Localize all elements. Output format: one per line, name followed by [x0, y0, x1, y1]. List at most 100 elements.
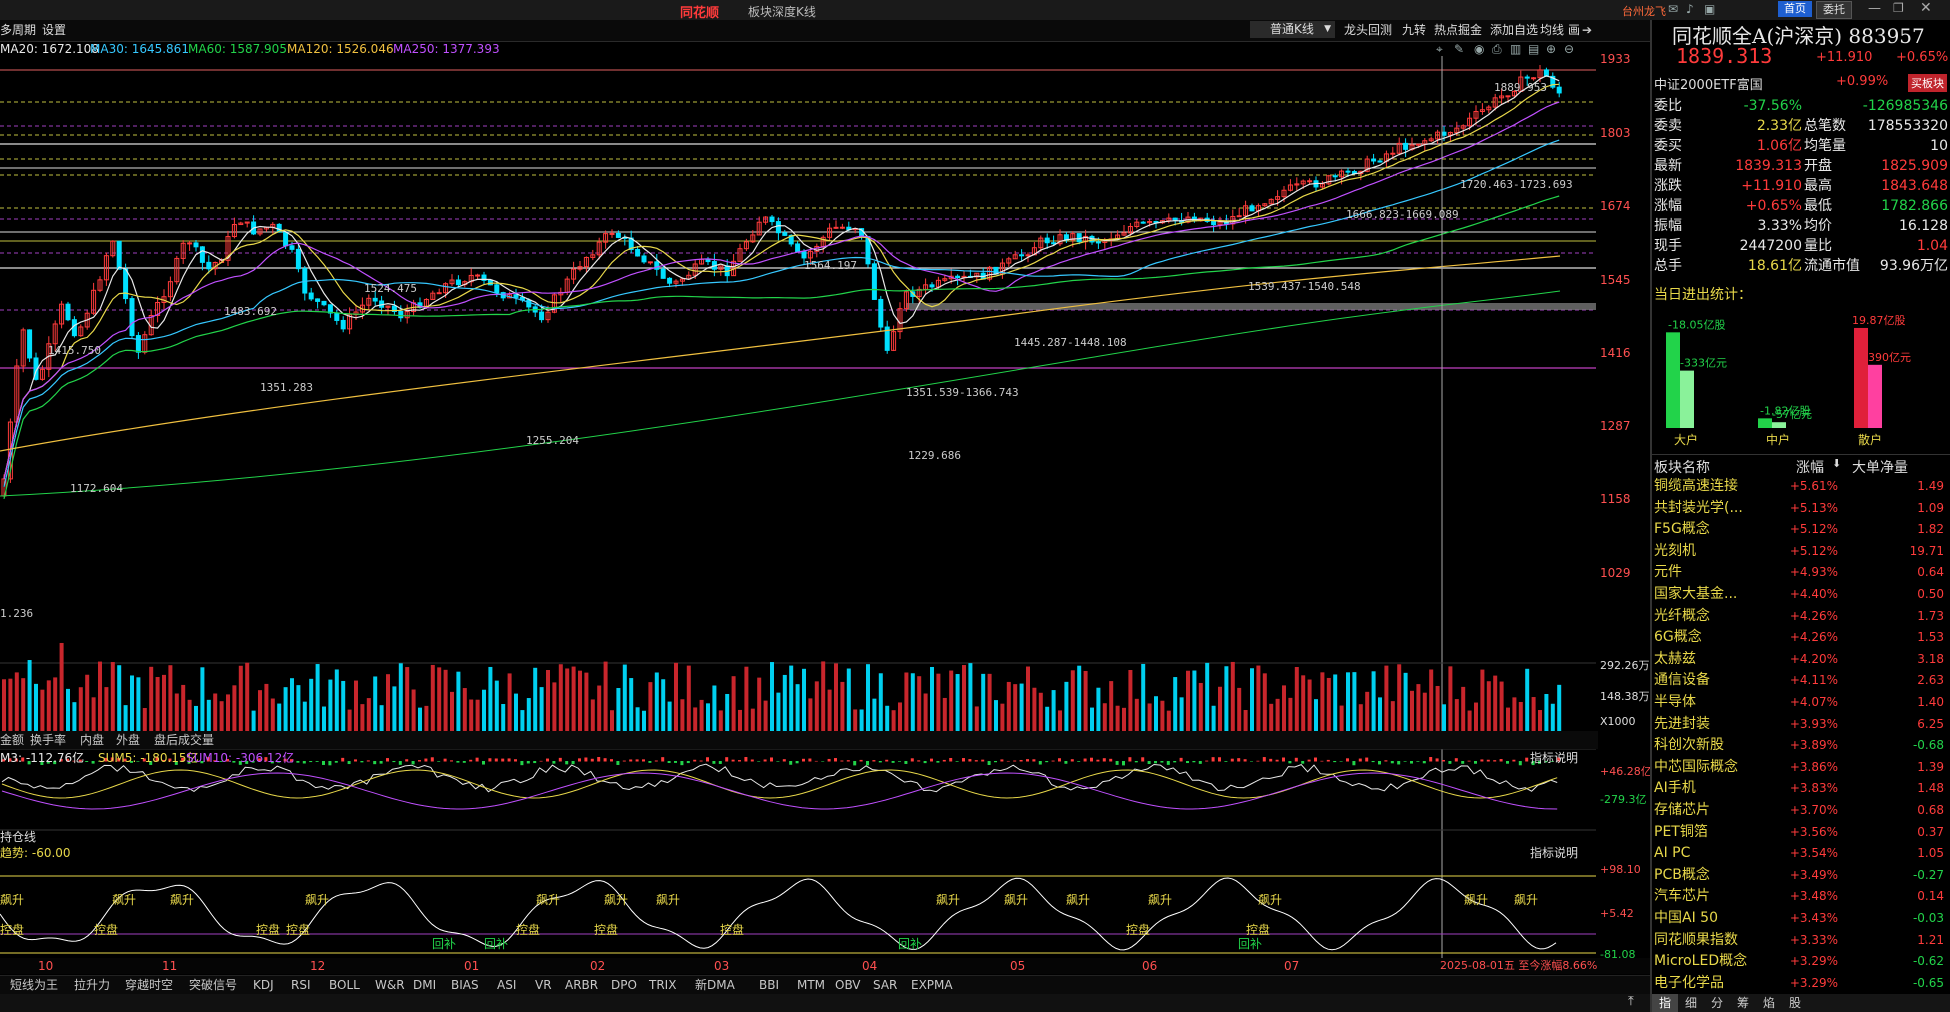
indicator-tab[interactable]: DPO: [605, 976, 643, 994]
tab-inner[interactable]: 内盘: [74, 731, 110, 749]
etf-row[interactable]: 中证2000ETF富国 +0.99% 买板块: [1652, 72, 1950, 93]
sector-row[interactable]: 科创次新股 +3.89% -0.68: [1652, 735, 1950, 756]
draw-button[interactable]: 画: [1568, 20, 1580, 40]
tab-turnover[interactable]: 换手率: [24, 731, 72, 749]
indicator-tab[interactable]: VR: [529, 976, 558, 994]
order-tab[interactable]: 委托: [1816, 1, 1852, 19]
dragon-backtest-button[interactable]: 龙头回测: [1344, 20, 1392, 40]
buy-sector-button[interactable]: 买板块: [1908, 74, 1947, 92]
volume-bar: [968, 663, 973, 731]
indicator-tab[interactable]: BBI: [753, 976, 785, 994]
sector-row[interactable]: 电子化学品 +3.29% -0.65: [1652, 973, 1950, 994]
crosshair-icon[interactable]: ⌖: [1436, 42, 1443, 57]
ind2-help-button[interactable]: 指标说明: [1530, 846, 1578, 860]
indicator-tab[interactable]: 穿越时空: [119, 976, 179, 994]
indicator-tab[interactable]: W&R: [369, 976, 411, 994]
home-tab[interactable]: 首页: [1778, 1, 1812, 17]
ind2-signal-label: 飙升: [1004, 892, 1028, 907]
print-icon[interactable]: ⎙: [1492, 42, 1502, 57]
ma-button[interactable]: 均线: [1540, 20, 1564, 40]
sector-row[interactable]: 半导体 +4.07% 1.40: [1652, 692, 1950, 713]
right-panel-tab[interactable]: 细: [1678, 994, 1704, 1012]
gift-icon[interactable]: ▣: [1704, 2, 1715, 16]
ind2-tick: +98.10: [1600, 863, 1641, 876]
indicator-tab[interactable]: BOLL: [323, 976, 366, 994]
sector-row[interactable]: 光刻机 +5.12% 19.71: [1652, 541, 1950, 562]
indicator-tab[interactable]: 短线为王: [4, 976, 64, 994]
indicator-tab[interactable]: SAR: [867, 976, 903, 994]
ind2-signal-label: 飙升: [305, 892, 329, 907]
mail-icon[interactable]: ✉: [1668, 2, 1678, 16]
pen-icon[interactable]: ✎: [1454, 42, 1464, 56]
lock-icon[interactable]: ▤: [1528, 42, 1539, 56]
sector-row[interactable]: 先进封装 +3.93% 6.25: [1652, 714, 1950, 735]
zoom-out-icon[interactable]: ⊖: [1564, 42, 1574, 56]
indicator-tab[interactable]: EXPMA: [905, 976, 959, 994]
top-icon[interactable]: ⤒: [1628, 994, 1634, 1009]
volume-bar: [1026, 666, 1030, 731]
sector-row[interactable]: MicroLED概念 +3.29% -0.62: [1652, 951, 1950, 972]
zoom-in-icon[interactable]: ⊕: [1546, 42, 1556, 56]
right-panel-tab[interactable]: 股: [1782, 994, 1808, 1012]
indicator-tab[interactable]: RSI: [285, 976, 317, 994]
indicator-tab[interactable]: TRIX: [643, 976, 682, 994]
tab-outer[interactable]: 外盘: [110, 731, 146, 749]
restore-icon[interactable]: ❐: [1893, 1, 1904, 15]
indicator-tab[interactable]: ASI: [491, 976, 522, 994]
indicator-tab[interactable]: DMI: [407, 976, 442, 994]
indicator-tab[interactable]: ARBR: [559, 976, 604, 994]
indicator-tab[interactable]: 拉升力: [68, 976, 116, 994]
settings-menu[interactable]: 设置: [42, 20, 66, 40]
indicator-tab[interactable]: OBV: [829, 976, 867, 994]
sector-row[interactable]: 铜缆高速连接 +5.61% 1.49: [1652, 476, 1950, 497]
sector-header-pct[interactable]: 涨幅: [1796, 457, 1824, 477]
right-panel-tab[interactable]: 焰: [1756, 994, 1782, 1012]
sector-row[interactable]: 共封装光学(... +5.13% 1.09: [1652, 498, 1950, 519]
stat-label: 最新: [1654, 158, 1682, 174]
sector-row[interactable]: 元件 +4.93% 0.64: [1652, 562, 1950, 583]
nine-turn-button[interactable]: 九转: [1402, 20, 1426, 40]
kline-type-select[interactable]: 普通K线 ▼: [1250, 21, 1335, 38]
sector-row[interactable]: 汽车芯片 +3.48% 0.14: [1652, 886, 1950, 907]
ind2-title[interactable]: 持仓线: [0, 830, 36, 844]
sector-header-name[interactable]: 板块名称: [1654, 457, 1710, 477]
indicator-tab[interactable]: 新DMA: [689, 976, 741, 994]
ind1-help-button[interactable]: 指标说明: [1530, 751, 1578, 765]
sector-row[interactable]: PCB概念 +3.49% -0.27: [1652, 865, 1950, 886]
indicator-tab[interactable]: MTM: [791, 976, 831, 994]
right-panel-tab[interactable]: 指: [1652, 994, 1678, 1012]
volume-bar: [443, 669, 448, 731]
sector-row[interactable]: 国家大基金... +4.40% 0.50: [1652, 584, 1950, 605]
indicator-tab[interactable]: 突破信号: [183, 976, 243, 994]
bell-icon[interactable]: ♪: [1686, 2, 1694, 16]
sector-row[interactable]: AI手机 +3.83% 1.48: [1652, 778, 1950, 799]
sector-row[interactable]: F5G概念 +5.12% 1.82: [1652, 519, 1950, 540]
volume-bar: [1454, 699, 1459, 731]
sector-row[interactable]: 6G概念 +4.26% 1.53: [1652, 627, 1950, 648]
period-menu[interactable]: 多周期: [0, 20, 36, 40]
indicator-tab[interactable]: KDJ: [247, 976, 280, 994]
sector-row[interactable]: 存储芯片 +3.70% 0.68: [1652, 800, 1950, 821]
sector-row[interactable]: 光纤概念 +4.26% 1.73: [1652, 606, 1950, 627]
trash-icon[interactable]: ▥: [1510, 42, 1521, 56]
indicator-tab[interactable]: BIAS: [445, 976, 485, 994]
sector-row[interactable]: AI PC +3.54% 1.05: [1652, 843, 1950, 864]
right-panel-tab[interactable]: 分: [1704, 994, 1730, 1012]
tab-after-hours[interactable]: 盘后成交量: [148, 731, 220, 749]
right-panel-tab[interactable]: 筹: [1730, 994, 1756, 1012]
add-watchlist-button[interactable]: 添加自选: [1490, 20, 1538, 40]
sector-row[interactable]: 同花顺果指数 +3.33% 1.21: [1652, 930, 1950, 951]
sector-row[interactable]: PET铜箔 +3.56% 0.37: [1652, 822, 1950, 843]
minimize-icon[interactable]: —: [1868, 1, 1881, 16]
close-icon[interactable]: ✕: [1920, 0, 1932, 16]
export-icon[interactable]: ➔: [1582, 23, 1592, 37]
eye-icon[interactable]: ◉: [1474, 42, 1484, 56]
volume-bar: [1422, 692, 1427, 731]
sector-row[interactable]: 中国AI 50 +3.43% -0.03: [1652, 908, 1950, 929]
sector-row[interactable]: 太赫兹 +4.20% 3.18: [1652, 649, 1950, 670]
sector-header-net[interactable]: 大单净量: [1852, 457, 1908, 477]
sector-row[interactable]: 中芯国际概念 +3.86% 1.39: [1652, 757, 1950, 778]
sector-pct: +3.43%: [1789, 911, 1838, 925]
sector-row[interactable]: 通信设备 +4.11% 2.63: [1652, 670, 1950, 691]
hot-dig-button[interactable]: 热点掘金: [1434, 20, 1482, 40]
